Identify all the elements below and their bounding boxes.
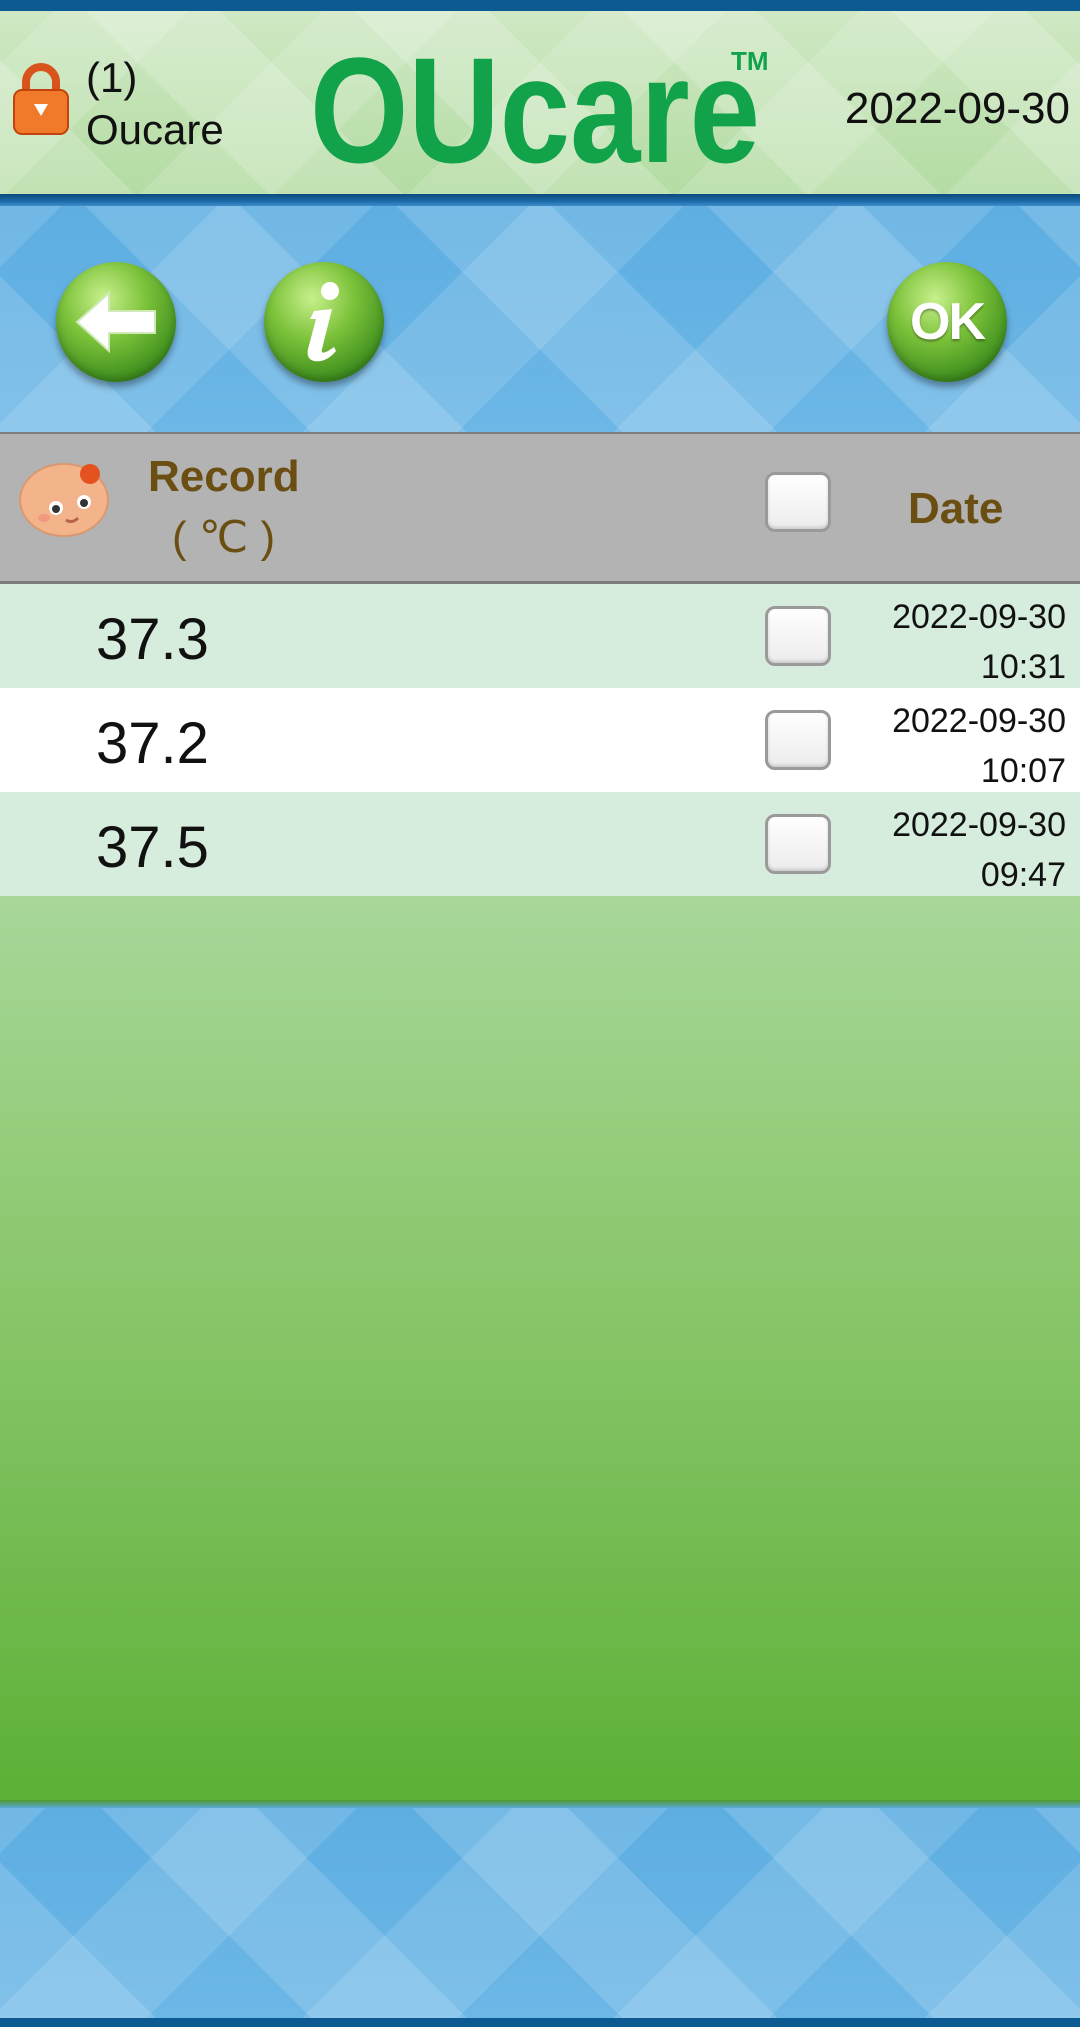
row-checkbox[interactable]: [765, 814, 831, 874]
table-row[interactable]: 37.5 2022-09-30 09:47: [0, 792, 1080, 896]
select-all-checkbox[interactable]: [765, 472, 831, 532]
info-button[interactable]: [264, 262, 384, 382]
temperature-value: 37.3: [96, 607, 209, 672]
back-button[interactable]: [56, 262, 176, 382]
oucare-logo: OUcare: [310, 44, 760, 172]
info-icon: [307, 282, 339, 362]
table-row[interactable]: 37.3 2022-09-30 10:31: [0, 584, 1080, 688]
header-divider: [0, 194, 1080, 206]
table-row[interactable]: 37.2 2022-09-30 10:07: [0, 688, 1080, 792]
unit-label: ( ℃ ): [172, 513, 276, 562]
record-datetime: 2022-09-30 09:47: [892, 800, 1066, 900]
user-number[interactable]: (1): [86, 54, 137, 102]
record-date: 2022-09-30: [892, 806, 1066, 844]
record-time: 10:07: [980, 752, 1066, 790]
temperature-value: 37.2: [96, 711, 209, 776]
ok-button[interactable]: OK: [887, 262, 1007, 382]
content-divider: [0, 1800, 1080, 1808]
row-checkbox[interactable]: [765, 710, 831, 770]
record-column-header: Record: [148, 452, 300, 501]
svg-text:OUcare: OUcare: [310, 44, 760, 172]
record-datetime: 2022-09-30 10:31: [892, 592, 1066, 692]
records-list-area[interactable]: [0, 896, 1080, 1806]
lock-icon[interactable]: [12, 62, 70, 136]
record-date: 2022-09-30: [892, 598, 1066, 636]
date-column-header: Date: [908, 484, 1004, 533]
header-date: 2022-09-30: [844, 84, 1070, 133]
ok-label: OK: [910, 293, 986, 351]
trademark-mark: TM: [731, 46, 769, 76]
footer-bar: [0, 1808, 1080, 2018]
record-date: 2022-09-30: [892, 702, 1066, 740]
record-time: 10:31: [980, 648, 1066, 686]
temperature-value: 37.5: [96, 815, 209, 880]
row-checkbox[interactable]: [765, 606, 831, 666]
user-name[interactable]: Oucare: [86, 106, 224, 154]
record-datetime: 2022-09-30 10:07: [892, 696, 1066, 796]
top-strip: [0, 0, 1080, 11]
record-time: 09:47: [980, 856, 1066, 894]
baby-face-icon: [19, 463, 109, 537]
arrow-left-icon: [75, 290, 156, 354]
bottom-strip: [0, 2018, 1080, 2027]
